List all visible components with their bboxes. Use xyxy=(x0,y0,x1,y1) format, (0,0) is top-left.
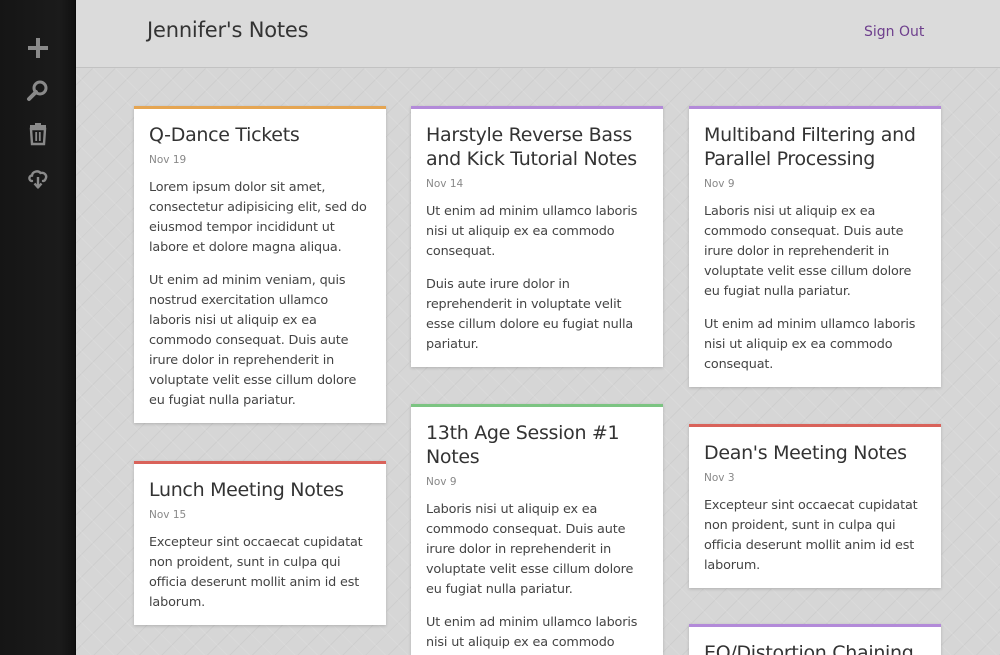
note-title: Dean's Meeting Notes xyxy=(704,442,907,464)
cloud-sync-icon xyxy=(28,170,48,189)
note-date: Nov 9 xyxy=(426,476,457,488)
note-title: Harstyle Reverse Bass and Kick Tutorial … xyxy=(426,124,637,170)
note-paragraph: Ut enim ad minim veniam, quis nostrud ex… xyxy=(149,273,357,408)
search-icon xyxy=(27,80,48,101)
note-card[interactable]: Harstyle Reverse Bass and Kick Tutorial … xyxy=(411,106,663,367)
note-title: 13th Age Session #1 Notes xyxy=(426,422,620,468)
note-card[interactable]: Multiband Filtering and Parallel Process… xyxy=(689,106,941,387)
app-header: Jennifer's Notes Sign Out xyxy=(76,0,1000,68)
note-title: Multiband Filtering and Parallel Process… xyxy=(704,124,916,170)
note-paragraph: Laboris nisi ut aliquip ex ea commodo co… xyxy=(426,502,634,597)
search-button[interactable] xyxy=(24,77,52,105)
note-paragraph: Excepteur sint occaecat cupidatat non pr… xyxy=(704,498,918,573)
note-date: Nov 14 xyxy=(426,178,464,190)
note-paragraph: Laboris nisi ut aliquip ex ea commodo co… xyxy=(704,204,912,299)
note-title: Lunch Meeting Notes xyxy=(149,479,344,501)
sign-out-link[interactable]: Sign Out xyxy=(864,24,924,40)
note-date: Nov 19 xyxy=(149,154,187,166)
note-card[interactable]: Lunch Meeting Notes Nov 15 Excepteur sin… xyxy=(134,461,386,625)
note-date: Nov 15 xyxy=(149,509,187,521)
note-card[interactable]: Q-Dance Tickets Nov 19 Lorem ipsum dolor… xyxy=(134,106,386,423)
note-paragraph: Duis aute irure dolor in reprehenderit i… xyxy=(426,277,634,352)
note-card[interactable]: Dean's Meeting Notes Nov 3 Excepteur sin… xyxy=(689,424,941,588)
sync-button[interactable] xyxy=(24,164,52,192)
plus-icon xyxy=(28,38,48,58)
note-card[interactable]: EQ/Distortion Chaining xyxy=(689,624,941,655)
note-title: EQ/Distortion Chaining xyxy=(704,642,914,655)
trash-button[interactable] xyxy=(24,120,52,148)
note-paragraph: Ut enim ad minim ullamco laboris nisi ut… xyxy=(426,204,638,259)
note-paragraph: Lorem ipsum dolor sit amet, consectetur … xyxy=(149,180,367,255)
note-date: Nov 3 xyxy=(704,472,735,484)
note-title: Q-Dance Tickets xyxy=(149,124,300,146)
new-note-button[interactable] xyxy=(24,34,52,62)
trash-icon xyxy=(29,123,47,146)
app-title: Jennifer's Notes xyxy=(147,18,309,42)
note-paragraph: Ut enim ad minim ullamco laboris nisi ut… xyxy=(704,317,916,372)
note-paragraph: Ut enim ad minim ullamco laboris nisi ut… xyxy=(426,615,638,650)
note-paragraph: Excepteur sint occaecat cupidatat non pr… xyxy=(149,535,363,610)
note-date: Nov 9 xyxy=(704,178,735,190)
sidebar xyxy=(0,0,76,655)
note-card[interactable]: 13th Age Session #1 Notes Nov 9 Laboris … xyxy=(411,404,663,655)
